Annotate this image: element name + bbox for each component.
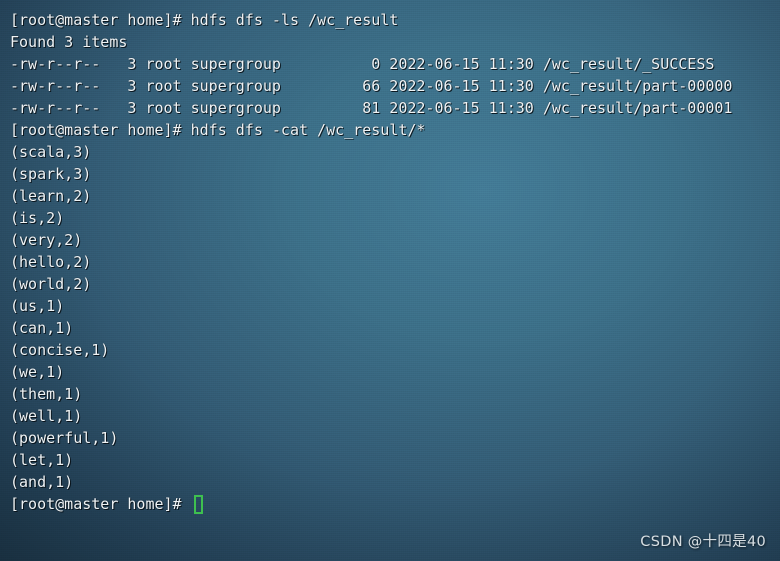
terminal-line-command-ls: [root@master home]# hdfs dfs -ls /wc_res…: [10, 11, 399, 29]
terminal-line-wordcount: (can,1): [10, 319, 74, 337]
terminal-line-wordcount: (hello,2): [10, 253, 92, 271]
terminal-line-wordcount: (scala,3): [10, 143, 92, 161]
terminal-line-wordcount: (we,1): [10, 363, 65, 381]
terminal-line-wordcount: (concise,1): [10, 341, 110, 359]
terminal-line-wordcount: (very,2): [10, 231, 83, 249]
terminal-line-wordcount: (them,1): [10, 385, 83, 403]
terminal-window[interactable]: [root@master home]# hdfs dfs -ls /wc_res…: [0, 0, 780, 561]
terminal-line-wordcount: (us,1): [10, 297, 65, 315]
watermark-label: CSDN @十四是40: [640, 534, 766, 550]
terminal-active-prompt-line[interactable]: [root@master home]#: [10, 493, 780, 515]
terminal-line-listing-row: -rw-r--r-- 3 root supergroup 0 2022-06-1…: [10, 55, 715, 73]
terminal-line-found-items: Found 3 items: [10, 33, 128, 51]
shell-prompt: [root@master home]#: [10, 495, 191, 513]
terminal-line-wordcount: (powerful,1): [10, 429, 119, 447]
terminal-line-wordcount: (world,2): [10, 275, 92, 293]
terminal-line-wordcount: (spark,3): [10, 165, 92, 183]
text-cursor: [193, 494, 203, 514]
terminal-line-wordcount: (is,2): [10, 209, 65, 227]
terminal-line-command-cat: [root@master home]# hdfs dfs -cat /wc_re…: [10, 121, 426, 139]
terminal-screen[interactable]: [root@master home]# hdfs dfs -ls /wc_res…: [0, 0, 780, 561]
terminal-line-listing-row: -rw-r--r-- 3 root supergroup 81 2022-06-…: [10, 99, 733, 117]
terminal-line-wordcount: (well,1): [10, 407, 83, 425]
terminal-line-wordcount: (learn,2): [10, 187, 92, 205]
terminal-line-wordcount: (and,1): [10, 473, 74, 491]
terminal-line-wordcount: (let,1): [10, 451, 74, 469]
terminal-line-listing-row: -rw-r--r-- 3 root supergroup 66 2022-06-…: [10, 77, 733, 95]
